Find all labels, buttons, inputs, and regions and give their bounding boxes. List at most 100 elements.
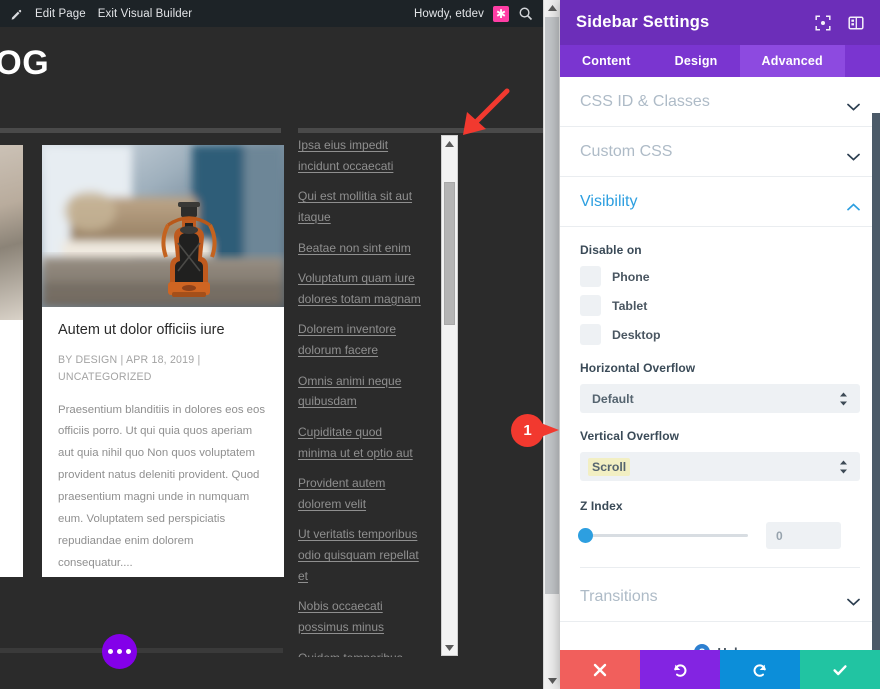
z-index-slider-knob[interactable] [578,528,593,543]
scroll-down-arrow-icon[interactable] [442,640,457,655]
sidebar-widget-link[interactable]: Voluptatum quam iure dolores totam magna… [298,268,424,309]
blog-card[interactable]: Autem ut dolor officiis iure BY DESIGN |… [42,145,284,577]
disable-on-tablet-row[interactable]: Tablet [580,295,860,316]
sidebar-widget-link[interactable]: Qui est mollitia sit aut itaque [298,186,424,227]
section-toggle-css-id-classes[interactable]: CSS ID & Classes [560,77,880,127]
admin-bar-left: Edit Page Exit Visual Builder [0,7,192,20]
divider [580,567,860,568]
z-index-slider[interactable] [580,534,748,537]
annotation-badge-number: 1 [511,414,544,447]
redo-button[interactable] [720,650,800,689]
sidebar-widget-link[interactable]: Dolorem inventore dolorum facere [298,319,424,360]
browser-scroll-up-icon[interactable] [544,0,560,16]
sidebar-widget-scrollbar[interactable] [441,135,458,656]
section-label-visibility: Visibility [580,193,638,211]
blog-card-partial[interactable]: e 0 - [0,145,23,577]
sidebar-widget-link[interactable]: Nobis occaecati possimus minus [298,596,424,637]
search-icon[interactable] [518,6,533,21]
panel-layout-icon[interactable] [848,15,864,31]
panel-body: CSS ID & Classes Custom CSS Visibility D… [560,77,880,650]
vertical-overflow-select[interactable]: Scroll [580,452,860,481]
sidebar-widget-link[interactable]: Omnis animi neque quibusdam [298,371,424,412]
checkbox-tablet[interactable] [580,295,601,316]
chevron-up-icon [847,198,860,206]
dot-2-icon [117,649,122,654]
horizontal-overflow-value: Default [592,392,634,406]
browser-scrollbar[interactable] [543,0,560,689]
section-toggle-custom-css[interactable]: Custom CSS [560,127,880,177]
horizontal-overflow-label: Horizontal Overflow [580,361,860,375]
panel-tabs: ContentDesignAdvanced [560,45,880,77]
dot-1-icon [108,649,113,654]
section-label-css-id-classes: CSS ID & Classes [580,93,710,111]
close-button[interactable] [560,650,640,689]
panel-header: Sidebar Settings [560,0,880,45]
checkbox-phone[interactable] [580,266,601,287]
sidebar-widget-link[interactable]: Ut veritatis temporibus odio quisquam re… [298,524,424,586]
checkbox-label-tablet: Tablet [612,299,647,313]
dot-3-icon [126,649,131,654]
panel-title: Sidebar Settings [576,13,709,32]
section-toggle-transitions[interactable]: Transitions [560,572,880,622]
hero-divider-left [0,128,281,133]
scroll-up-arrow-icon[interactable] [442,136,457,151]
sidebar-widget-link[interactable]: Beatae non sint enim [298,238,424,259]
annotation-step-badge: 1 [511,414,567,447]
z-index-input[interactable]: 0 [766,522,841,549]
avatar[interactable]: ✱ [493,6,509,22]
tab-content[interactable]: Content [560,45,653,77]
panel-action-bar [560,650,880,689]
blog-card-meta: BY DESIGN | APR 18, 2019 | UNCATEGORIZED [58,352,268,387]
blog-card-partial-meta: 0 [0,364,14,376]
sidebar-widget-link[interactable]: Ipsa eius impedit incidunt occaecati [298,135,424,176]
sidebar-widget-scrollbar-thumb[interactable] [444,182,455,325]
admin-bar-exit-visual-builder[interactable]: Exit Visual Builder [98,8,192,20]
panel-scrollbar[interactable] [872,113,880,650]
vertical-overflow-value: Scroll [588,458,630,476]
sidebar-widget-link[interactable]: Provident autem dolorem velit [298,473,424,514]
section-toggle-visibility[interactable]: Visibility [560,177,880,227]
save-button[interactable] [800,650,880,689]
focus-mode-icon[interactable] [815,15,831,31]
blog-card-partial-title: e [0,334,14,350]
chevron-down-icon [847,148,860,156]
disable-on-phone-row[interactable]: Phone [580,266,860,287]
builder-menu-button[interactable] [102,634,137,669]
blog-card-thumbnail [42,145,284,307]
panel-header-actions [815,15,864,31]
chevron-down-icon [847,593,860,601]
horizontal-overflow-select[interactable]: Default [580,384,860,413]
select-updown-icon [839,460,848,474]
checkbox-desktop[interactable] [580,324,601,345]
browser-scroll-down-icon[interactable] [544,673,560,689]
vertical-overflow-label: Vertical Overflow [580,429,860,443]
checkbox-label-desktop: Desktop [612,328,661,342]
tab-design[interactable]: Design [653,45,740,77]
sidebar-widget-link[interactable]: Quidem temporibus suscipit necessitatibu… [298,648,424,658]
section-label-custom-css: Custom CSS [580,143,672,161]
disable-on-label: Disable on [580,243,860,257]
screen: Edit Page Exit Visual Builder Howdy, etd… [0,0,880,689]
checkbox-label-phone: Phone [612,270,650,284]
sidebar-settings-panel: Sidebar Settings [560,0,880,689]
disable-on-desktop-row[interactable]: Desktop [580,324,860,345]
pencil-icon [10,9,23,22]
sidebar-widget-link[interactable]: Cupiditate quod minima ut et optio aut [298,422,424,463]
wp-admin-bar: Edit Page Exit Visual Builder Howdy, etd… [0,0,543,27]
z-index-label: Z Index [580,499,860,513]
annotation-arrow-icon [458,88,510,136]
z-index-control: 0 [580,522,860,549]
disable-on-checkbox-group: Phone Tablet Desktop [580,266,860,345]
admin-bar-edit-page[interactable]: Edit Page [35,8,86,20]
page-preview: Edit Page Exit Visual Builder Howdy, etd… [0,0,543,689]
footer-divider-2 [140,648,283,653]
chevron-down-icon [847,98,860,106]
undo-button[interactable] [640,650,720,689]
help-row[interactable]: ? Help [560,622,880,650]
admin-bar-howdy[interactable]: Howdy, etdev [414,8,484,20]
blog-card-title[interactable]: Autem ut dolor officiis iure [58,321,268,341]
select-updown-icon [839,392,848,406]
browser-scrollbar-thumb[interactable] [545,17,559,594]
tab-advanced[interactable]: Advanced [740,45,845,77]
section-label-transitions: Transitions [580,588,658,606]
